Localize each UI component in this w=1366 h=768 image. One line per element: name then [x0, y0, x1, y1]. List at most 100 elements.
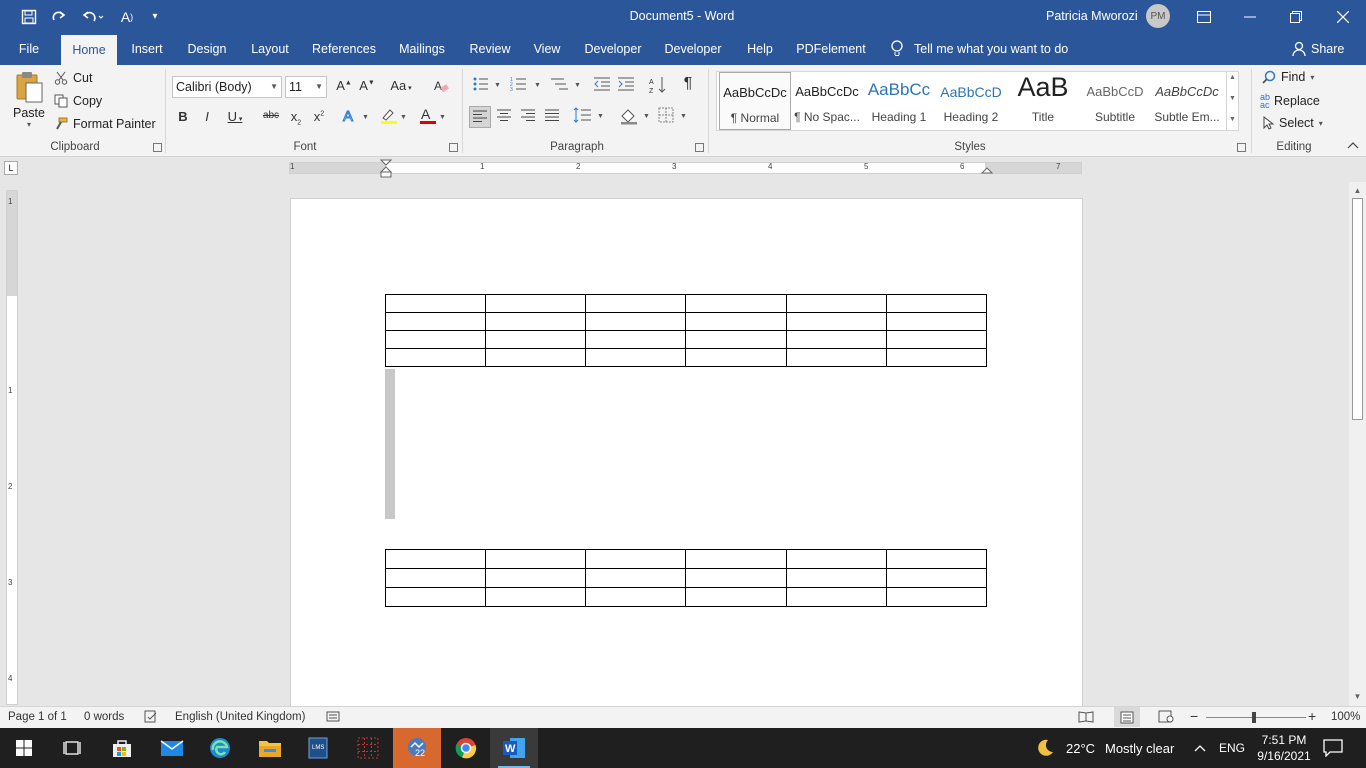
weather-temp[interactable]: 22°C: [1066, 728, 1095, 768]
restore-icon[interactable]: [1273, 0, 1319, 33]
table-cell[interactable]: [386, 569, 486, 588]
clipboard-launcher-icon[interactable]: [153, 143, 162, 152]
format-painter-button[interactable]: Format Painter: [54, 117, 156, 131]
weather-icon[interactable]: [1034, 728, 1056, 768]
table-cell[interactable]: [686, 588, 786, 607]
font-color-icon[interactable]: A▼: [417, 107, 449, 128]
zoom-slider[interactable]: [1206, 717, 1306, 718]
vertical-scrollbar[interactable]: ▲ ▼: [1349, 182, 1366, 706]
table-cell[interactable]: [886, 331, 986, 349]
clock[interactable]: 7:51 PM 9/16/2021: [1254, 728, 1314, 768]
show-formatting-icon[interactable]: ¶: [680, 75, 696, 93]
tell-me-search[interactable]: Tell me what you want to do: [890, 33, 1068, 65]
share-button[interactable]: Share: [1292, 33, 1344, 65]
read-aloud-icon[interactable]: A): [114, 0, 140, 33]
styles-launcher-icon[interactable]: [1237, 143, 1246, 152]
change-case-icon[interactable]: Aa ▾: [386, 78, 416, 93]
font-size-dropdown[interactable]: 11 ▼: [285, 76, 327, 98]
align-right-icon[interactable]: [519, 108, 537, 125]
table-cell[interactable]: [786, 588, 886, 607]
find-button[interactable]: Find ▾: [1262, 70, 1314, 84]
table-cell[interactable]: [486, 295, 586, 313]
table-cell[interactable]: [886, 349, 986, 367]
table-cell[interactable]: [586, 313, 686, 331]
tab-developer[interactable]: Developer: [580, 33, 646, 65]
undo-icon[interactable]: [76, 0, 110, 33]
vertical-ruler[interactable]: 1 1 2 3 4: [6, 190, 18, 705]
web-layout-icon[interactable]: [1158, 710, 1174, 726]
customize-icon[interactable]: ▾: [146, 0, 164, 33]
sort-icon[interactable]: AZ: [648, 76, 668, 97]
grow-font-icon[interactable]: A▲: [335, 78, 353, 93]
tab-references[interactable]: References: [306, 33, 382, 65]
table-cell[interactable]: [486, 331, 586, 349]
ribbon-display-icon[interactable]: [1181, 0, 1227, 33]
notification-app-icon[interactable]: 22: [393, 728, 441, 768]
close-icon[interactable]: [1320, 0, 1366, 33]
style-no-spacing[interactable]: AaBbCcDc ¶ No Spac...: [791, 72, 863, 130]
strikethrough-icon[interactable]: abc: [261, 110, 281, 121]
table-cell[interactable]: [586, 550, 686, 569]
task-view-icon[interactable]: [48, 728, 96, 768]
tab-design[interactable]: Design: [181, 33, 233, 65]
line-spacing-icon[interactable]: ▼: [573, 107, 605, 126]
table-cell[interactable]: [386, 295, 486, 313]
chevron-down-icon[interactable]: ▼: [1227, 95, 1238, 102]
table-cell[interactable]: [386, 331, 486, 349]
paste-dropdown-icon[interactable]: ▾: [27, 120, 31, 129]
style-normal[interactable]: AaBbCcDc ¶ Normal: [719, 72, 791, 130]
app-icon[interactable]: LMS: [294, 728, 342, 768]
document-table[interactable]: [385, 549, 987, 607]
table-cell[interactable]: [886, 569, 986, 588]
table-cell[interactable]: [386, 349, 486, 367]
table-cell[interactable]: [486, 550, 586, 569]
table-cell[interactable]: [586, 569, 686, 588]
table-cell[interactable]: [386, 550, 486, 569]
decrease-indent-icon[interactable]: [592, 76, 612, 95]
redo-icon[interactable]: [46, 0, 72, 33]
proofing-icon[interactable]: [144, 710, 158, 726]
increase-indent-icon[interactable]: [616, 76, 636, 95]
edge-icon[interactable]: [196, 728, 244, 768]
table-cell[interactable]: [686, 331, 786, 349]
copy-button[interactable]: Copy: [54, 94, 102, 108]
chevron-up-icon[interactable]: ▲: [1227, 74, 1238, 81]
horizontal-ruler[interactable]: 1 1 2 3 4 5 6 7: [289, 162, 1082, 174]
table-cell[interactable]: [686, 313, 786, 331]
borders-icon[interactable]: ▼: [658, 107, 690, 126]
font-name-dropdown[interactable]: Calibri (Body) ▼: [172, 76, 282, 98]
table-cell[interactable]: [486, 588, 586, 607]
tab-developer-2[interactable]: Developer: [660, 33, 726, 65]
paste-button[interactable]: Paste ▾: [12, 71, 46, 129]
table-cell[interactable]: [686, 569, 786, 588]
tab-home[interactable]: Home: [61, 35, 117, 65]
cut-button[interactable]: Cut: [54, 71, 92, 85]
text-effects-icon[interactable]: A▼: [341, 107, 371, 128]
zoom-out-icon[interactable]: −: [1190, 708, 1198, 724]
underline-icon[interactable]: U ▾: [224, 109, 246, 124]
table-cell[interactable]: [586, 331, 686, 349]
tab-file[interactable]: File: [8, 33, 50, 65]
bullets-icon[interactable]: ▼: [472, 76, 502, 95]
scroll-up-icon[interactable]: ▲: [1351, 184, 1364, 197]
align-left-icon[interactable]: [469, 106, 491, 128]
language[interactable]: English (United Kingdom): [175, 711, 305, 723]
styles-scroll[interactable]: ▲ ▼ ▼: [1226, 71, 1239, 131]
table-cell[interactable]: [486, 569, 586, 588]
right-indent-marker[interactable]: [981, 165, 993, 175]
table-cell[interactable]: [386, 588, 486, 607]
grid-app-icon[interactable]: [344, 728, 392, 768]
tab-view[interactable]: View: [527, 33, 567, 65]
table-cell[interactable]: [586, 588, 686, 607]
avatar[interactable]: PM: [1146, 4, 1170, 28]
read-mode-icon[interactable]: [1078, 710, 1094, 726]
zoom-in-icon[interactable]: +: [1308, 708, 1316, 724]
word-taskbar-icon[interactable]: W: [490, 728, 538, 768]
shrink-font-icon[interactable]: A▼: [358, 78, 376, 93]
minimize-icon[interactable]: [1227, 0, 1273, 33]
numbering-icon[interactable]: 123▼: [510, 76, 542, 95]
table-cell[interactable]: [586, 295, 686, 313]
style-subtle-emphasis[interactable]: AaBbCcDc Subtle Em...: [1151, 72, 1223, 130]
style-heading-2[interactable]: AaBbCcD Heading 2: [935, 72, 1007, 130]
italic-icon[interactable]: I: [200, 109, 214, 124]
